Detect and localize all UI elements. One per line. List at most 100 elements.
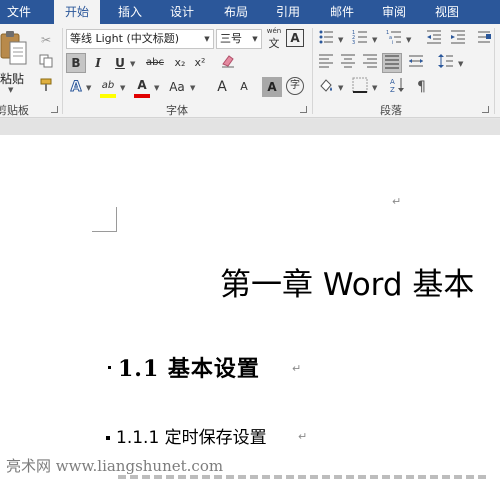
line-spacing-icon[interactable] xyxy=(436,53,456,73)
tab-design[interactable]: 设计 xyxy=(160,0,204,24)
clipboard-launcher-icon[interactable] xyxy=(51,106,58,113)
phonetic-guide-char: 文 xyxy=(268,37,280,50)
phonetic-guide-button[interactable]: wén 文 xyxy=(264,27,284,50)
borders-dropdown-icon[interactable]: ▼ xyxy=(372,84,377,92)
ribbon-home: 粘贴 ▼ ✂ 剪贴板 等线 Light (中文标题) ▼ 三号 ▼ wén 文 … xyxy=(0,24,500,118)
distributed-icon[interactable] xyxy=(406,53,426,73)
paste-label: 粘贴 xyxy=(0,72,25,86)
font-name-select[interactable]: 等线 Light (中文标题) ▼ xyxy=(66,29,214,49)
svg-text:Z: Z xyxy=(390,86,395,93)
font-launcher-icon[interactable] xyxy=(300,106,307,113)
multilevel-dropdown-icon[interactable]: ▼ xyxy=(406,36,411,44)
paragraph-mark: ↵ xyxy=(298,430,308,443)
paragraph-group-label: 段落 xyxy=(380,104,402,117)
align-center-icon[interactable] xyxy=(338,53,358,73)
document-gutter xyxy=(0,119,500,135)
text-effects-button[interactable]: A xyxy=(66,77,86,97)
change-case-dropdown-icon[interactable]: ▼ xyxy=(190,84,195,92)
align-left-icon[interactable] xyxy=(316,53,336,73)
align-right-icon[interactable] xyxy=(360,53,380,73)
paste-dropdown-icon[interactable]: ▼ xyxy=(8,86,13,94)
margin-crop-mark-horizontal xyxy=(92,231,117,232)
tab-home[interactable]: 开始 xyxy=(54,0,100,24)
tab-layout[interactable]: 布局 xyxy=(214,0,258,24)
heading-1-1[interactable]: 1.1 基本设置 xyxy=(118,351,260,383)
font-group-label: 字体 xyxy=(166,104,188,117)
tab-view[interactable]: 视图 xyxy=(424,0,470,24)
highlight-button[interactable]: ab xyxy=(98,76,118,96)
font-color-button[interactable]: A xyxy=(132,75,152,95)
bold-button[interactable]: B xyxy=(66,53,86,73)
svg-text:3: 3 xyxy=(352,40,355,45)
shading-dropdown-icon[interactable]: ▼ xyxy=(338,84,343,92)
svg-text:A: A xyxy=(390,78,395,86)
paragraph-mark: ↵ xyxy=(392,195,402,208)
tab-references[interactable]: 引用 xyxy=(266,0,310,24)
underline-button[interactable]: U xyxy=(110,53,130,73)
group-separator xyxy=(312,28,313,114)
svg-text:i: i xyxy=(392,40,393,45)
show-marks-icon[interactable]: ¶ xyxy=(412,77,432,97)
tab-file[interactable]: 文件 xyxy=(0,0,38,24)
shrink-font-button[interactable]: A xyxy=(234,77,254,97)
font-name-dropdown-icon: ▼ xyxy=(204,35,210,43)
format-painter-icon[interactable] xyxy=(36,78,56,98)
tab-review[interactable]: 审阅 xyxy=(372,0,416,24)
enclose-characters-button[interactable]: 字 xyxy=(286,77,304,95)
borders-icon[interactable] xyxy=(350,77,370,97)
paste-icon xyxy=(0,31,27,65)
character-shading-button[interactable]: A xyxy=(262,77,282,97)
font-size-value: 三号 xyxy=(220,32,242,45)
clipboard-group-label: 剪贴板 xyxy=(0,104,29,117)
chapter-heading[interactable]: 第一章 Word 基本 xyxy=(220,259,474,304)
paste-button[interactable]: 粘贴 ▼ xyxy=(0,28,30,94)
highlight-color-bar xyxy=(100,94,116,98)
strikethrough-button[interactable]: abc xyxy=(142,53,168,73)
character-border-button[interactable]: A xyxy=(286,29,304,47)
paragraph-launcher-icon[interactable] xyxy=(482,106,489,113)
svg-text:¶: ¶ xyxy=(417,79,426,93)
underline-dropdown-icon[interactable]: ▼ xyxy=(130,60,135,68)
increase-indent-icon[interactable] xyxy=(448,29,468,49)
numbering-dropdown-icon[interactable]: ▼ xyxy=(372,36,377,44)
superscript-button[interactable]: x² xyxy=(190,53,210,73)
heading-bullet xyxy=(106,436,110,440)
clear-formatting-icon[interactable] xyxy=(218,53,238,73)
heading-bullet xyxy=(108,366,111,369)
multilevel-list-icon[interactable]: 1ai xyxy=(384,29,404,49)
cut-icon[interactable]: ✂ xyxy=(36,30,56,50)
font-size-dropdown-icon: ▼ xyxy=(252,35,258,43)
ribbon-tab-bar: 文件 开始 插入 设计 布局 引用 邮件 审阅 视图 xyxy=(0,0,500,24)
font-name-value: 等线 Light (中文标题) xyxy=(70,32,180,45)
subscript-button[interactable]: x₂ xyxy=(170,53,190,73)
margin-crop-mark-vertical xyxy=(116,207,117,231)
highlight-dropdown-icon[interactable]: ▼ xyxy=(120,84,125,92)
bullets-dropdown-icon[interactable]: ▼ xyxy=(338,36,343,44)
group-separator xyxy=(62,28,63,114)
font-color-bar xyxy=(134,94,150,98)
shading-icon[interactable] xyxy=(316,77,336,97)
heading-1-1-1[interactable]: 1.1.1 定时保存设置 xyxy=(116,423,267,448)
phonetic-guide-pinyin: wén xyxy=(266,27,282,35)
copy-icon[interactable] xyxy=(36,54,56,74)
change-case-button[interactable]: Aa xyxy=(166,77,188,97)
justify-icon[interactable] xyxy=(382,53,402,73)
tab-insert[interactable]: 插入 xyxy=(108,0,152,24)
numbering-icon[interactable]: 123 xyxy=(350,29,370,49)
font-size-select[interactable]: 三号 ▼ xyxy=(216,29,262,49)
word-window: 文件 开始 插入 设计 布局 引用 邮件 审阅 视图 粘贴 ▼ ✂ 剪贴板 等线… xyxy=(0,0,500,480)
text-effects-dropdown-icon[interactable]: ▼ xyxy=(86,84,91,92)
bullets-icon[interactable] xyxy=(316,29,336,49)
group-separator xyxy=(494,28,495,114)
document-page[interactable]: ↵ 第一章 Word 基本 1.1 基本设置 ↵ 1.1.1 定时保存设置 ↵ xyxy=(0,135,500,480)
font-color-dropdown-icon[interactable]: ▼ xyxy=(154,84,159,92)
sort-icon[interactable]: AZ xyxy=(388,77,408,97)
watermark-text: 亮术网 www.liangshunet.com xyxy=(6,457,224,475)
decrease-indent-icon[interactable] xyxy=(424,29,444,49)
chinese-layout-icon[interactable] xyxy=(474,29,494,49)
tab-mailings[interactable]: 邮件 xyxy=(320,0,364,24)
line-spacing-dropdown-icon[interactable]: ▼ xyxy=(458,60,463,68)
grow-font-button[interactable]: A xyxy=(212,77,232,97)
italic-button[interactable]: I xyxy=(88,53,108,73)
paragraph-mark: ↵ xyxy=(292,362,302,375)
